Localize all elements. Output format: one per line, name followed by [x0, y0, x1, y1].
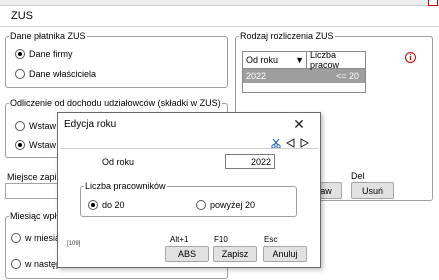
grid-header-year-label: Od roku — [246, 55, 279, 65]
radio-dane-wlasciciela[interactable]: Dane właściciela — [15, 69, 96, 79]
cancel-hotkey: Esc — [264, 235, 278, 244]
radio-powyzej-20-dot[interactable] — [196, 200, 206, 210]
radio-do-20[interactable]: do 20 — [88, 200, 125, 210]
radio-deduction-1-dot[interactable] — [15, 121, 25, 131]
radio-dane-wlasciciela-label: Dane właściciela — [29, 69, 97, 79]
top-strip — [0, 0, 439, 6]
grid-header-employees[interactable]: Liczba pracow — [307, 50, 365, 70]
radio-do-20-dot[interactable] — [88, 200, 98, 210]
window-close-button[interactable] — [428, 0, 438, 6]
close-icon[interactable]: ✕ — [290, 115, 308, 133]
employees-group: Liczba pracowników — [80, 181, 297, 217]
payer-group-legend: Dane płatnika ZUS — [10, 31, 86, 41]
code-tag: [109] — [67, 241, 81, 247]
window-title: ZUS — [11, 10, 33, 22]
radio-powyzej-20[interactable]: powyżej 20 — [196, 200, 255, 210]
title-separator — [0, 26, 439, 27]
employees-group-legend: Liczba pracowników — [85, 181, 166, 191]
radio-deduction-2-label: Wstaw — [29, 140, 56, 150]
table-row[interactable]: 2022 <= 20 — [243, 69, 365, 83]
radio-dane-wlasciciela-dot[interactable] — [15, 69, 25, 79]
radio-deduction-1[interactable]: Wstaw — [15, 121, 56, 131]
deduction-group-legend: Odliczenie od dochodu udziałowców (skład… — [10, 98, 221, 108]
radio-month-2[interactable]: w następ — [11, 259, 61, 269]
radio-month-2-dot[interactable] — [11, 259, 21, 269]
entry-location-field[interactable] — [5, 183, 65, 199]
radio-deduction-1-label: Wstaw — [29, 121, 56, 131]
grid-cell-employees: <= 20 — [335, 71, 359, 81]
dialog-titlebar[interactable]: Edycja roku ✕ — [58, 113, 320, 135]
save-hotkey: F10 — [214, 235, 228, 244]
grid-header: Od roku ▼ Liczba pracow — [243, 50, 365, 70]
from-year-label: Od roku — [102, 157, 135, 167]
delete-hotkey: Del — [351, 171, 365, 181]
radio-dane-firmy-dot[interactable] — [15, 49, 25, 59]
radio-deduction-2[interactable]: Wstaw — [15, 140, 56, 150]
abs-hotkey: Alt+1 — [170, 235, 189, 244]
radio-do-20-label: do 20 — [102, 200, 125, 210]
radio-dane-firmy-label: Dane firmy — [29, 49, 73, 59]
grid-cell-year: 2022 — [246, 71, 267, 81]
grid-header-year[interactable]: Od roku ▼ — [243, 52, 307, 68]
radio-powyzej-20-label: powyżej 20 — [210, 200, 256, 210]
save-button[interactable]: Zapisz — [213, 246, 257, 262]
radio-deduction-2-dot[interactable] — [15, 140, 25, 150]
settlement-grid: Od roku ▼ Liczba pracow 2022 <= 20 — [242, 50, 366, 93]
radio-dane-firmy[interactable]: Dane firmy — [15, 49, 73, 59]
delete-button[interactable]: Usuń — [351, 182, 394, 199]
info-icon[interactable]: i — [405, 52, 416, 63]
from-year-input[interactable]: 2022 — [225, 154, 275, 169]
dialog-title: Edycja roku — [64, 119, 117, 130]
cancel-button[interactable]: Anuluj — [263, 246, 307, 262]
radio-month-2-label: w następ — [25, 259, 62, 269]
abs-button[interactable]: ABS — [165, 246, 209, 262]
sort-down-icon: ▼ — [295, 55, 304, 65]
month-group-legend: Miesiąc wpł — [10, 211, 57, 221]
payer-group: Dane płatnika ZUS — [5, 31, 228, 88]
radio-month-1-dot[interactable] — [11, 233, 21, 243]
edit-year-dialog: Edycja roku ✕ Od roku 2022 Liczba pracow… — [57, 112, 321, 268]
settlement-group-legend: Rodzaj rozliczenia ZUS — [240, 31, 334, 41]
